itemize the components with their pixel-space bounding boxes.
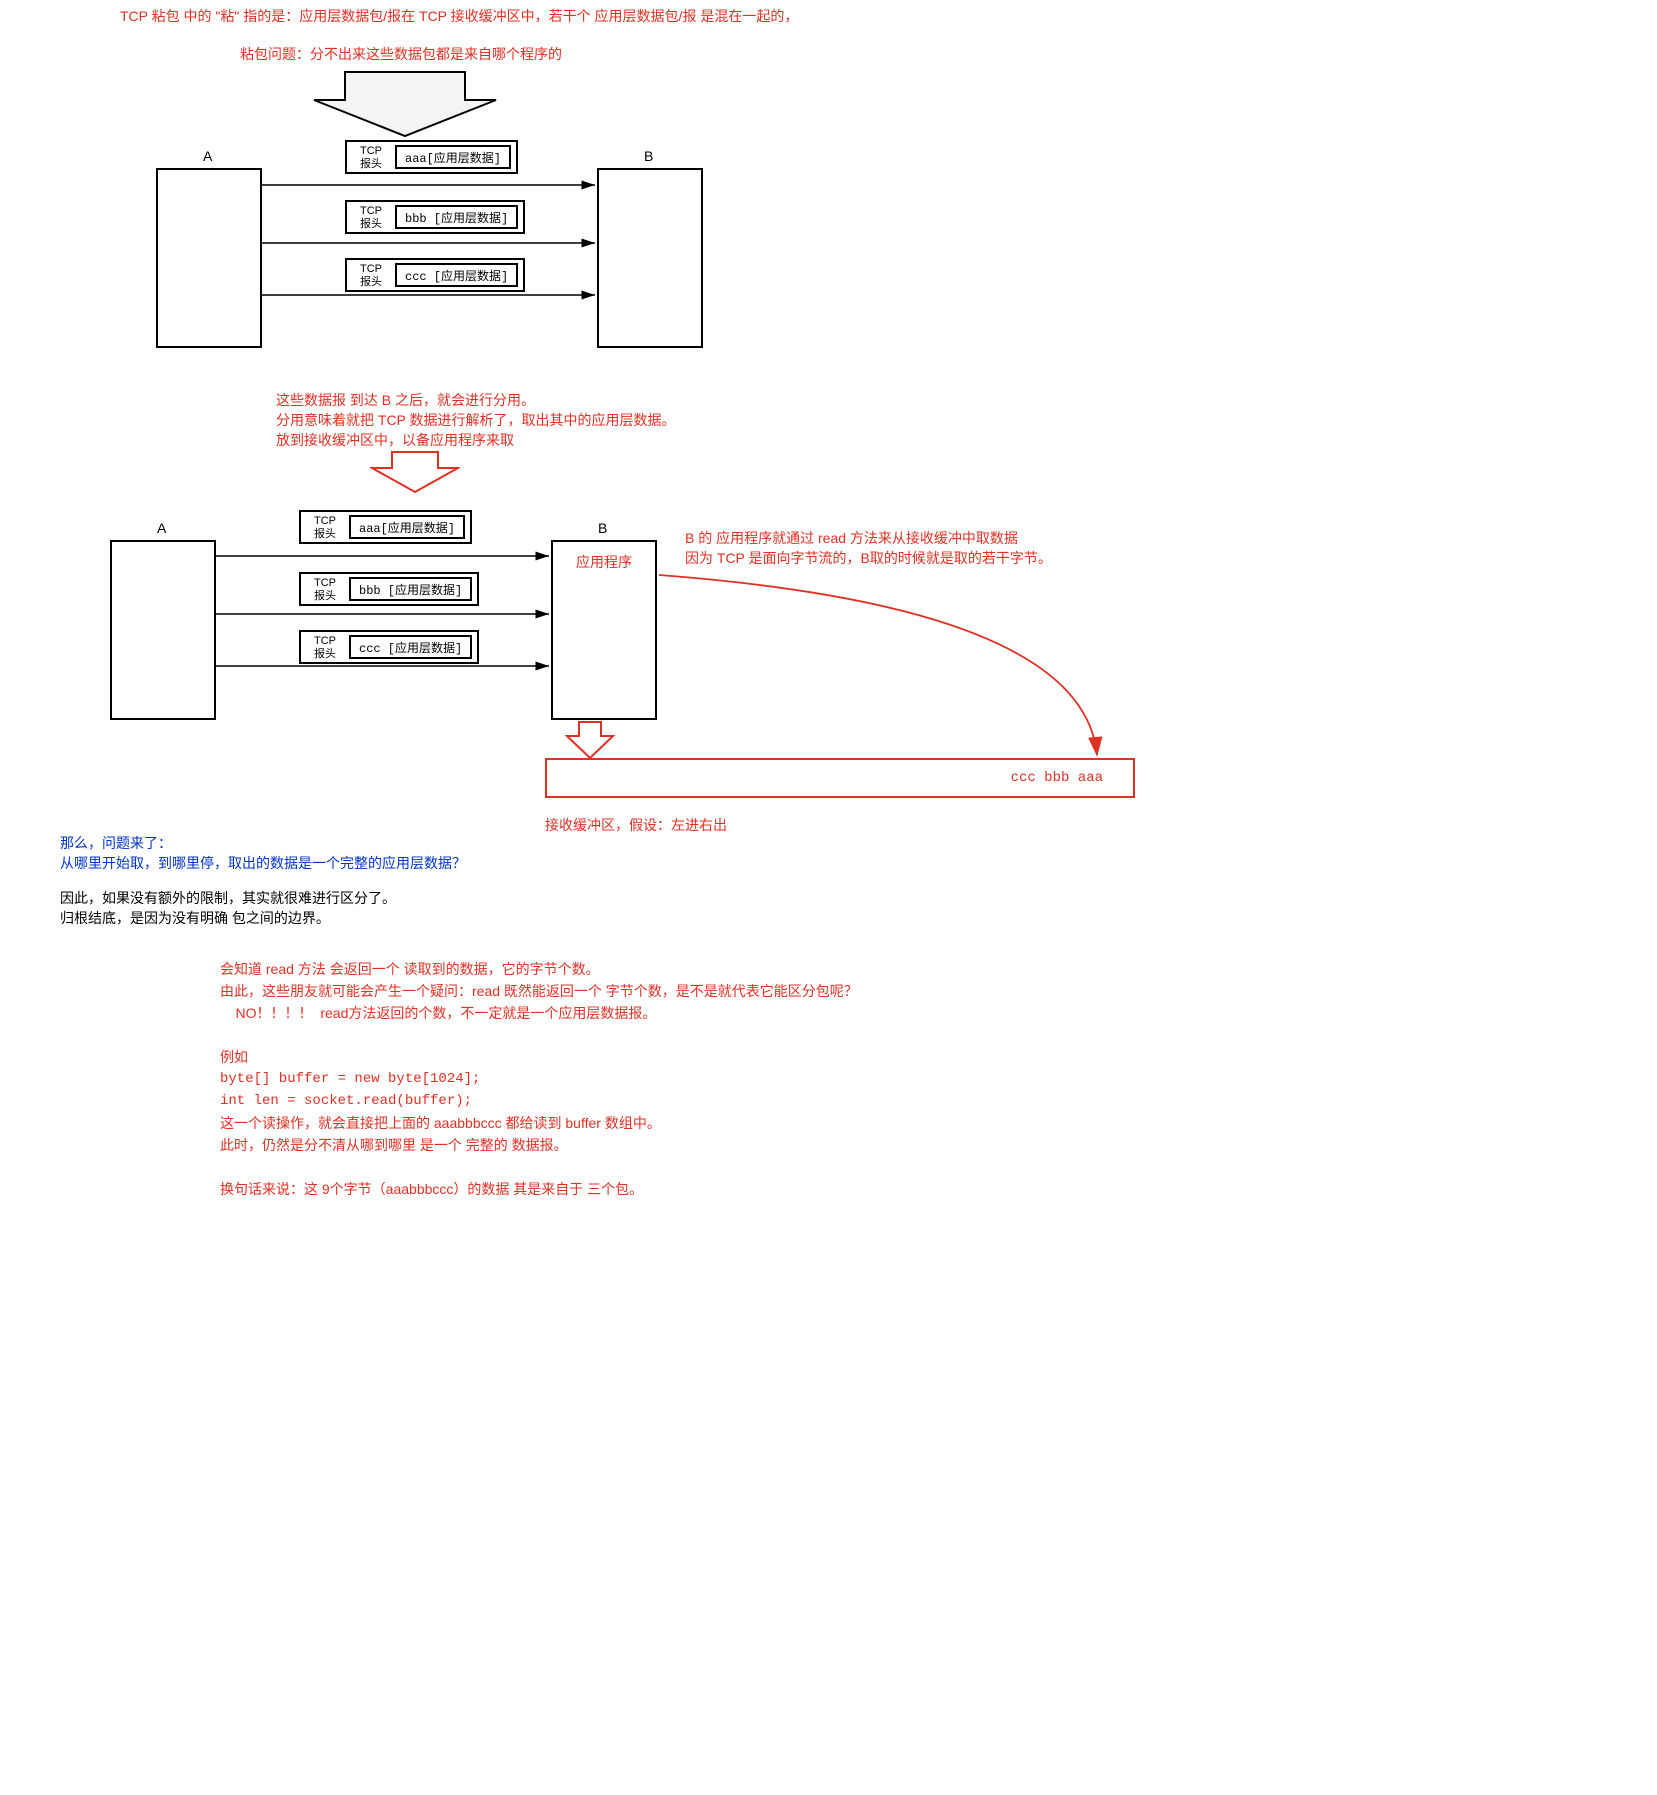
buffer-caption: 接收缓冲区，假设：左进右出 [545,815,727,835]
host-a-box-1 [156,168,262,348]
title-line-2: 粘包问题：分不出来这些数据包都是来自哪个程序的 [240,44,562,64]
host-a-box-2 [110,540,216,720]
host-b-label-2: B [598,520,607,536]
big-arrow-down-1 [312,70,498,138]
question-block: 那么，问题来了： 从哪里开始取，到哪里停，取出的数据是一个完整的应用层数据？ [60,833,466,873]
red-arrow-down-2 [565,720,615,760]
arrows-ab-2 [214,536,554,676]
conclusion-block: 因此，如果没有额外的限制，其实就很难进行区分了。 归根结底，是因为没有明确 包之… [60,888,396,928]
bottom-block: 会知道 read 方法 会返回一个 读取到的数据，它的字节个数。 由此，这些朋友… [220,958,858,1200]
title-line-1: TCP 粘包 中的 "粘" 指的是：应用层数据包/报在 TCP 接收缓冲区中，若… [120,6,798,26]
red-arrow-down-1 [370,450,460,494]
right-text: B 的 应用程序就通过 read 方法来从接收缓冲中取数据 因为 TCP 是面向… [685,528,1052,568]
mid-text: 这些数据报 到达 B 之后，就会进行分用。 分用意味着就把 TCP 数据进行解析… [276,390,676,450]
host-a-label-1: A [203,148,212,164]
arrows-ab-1 [260,165,600,305]
host-a-label-2: A [157,520,166,536]
buffer-content: ccc bbb aaa [1011,770,1103,786]
host-b-box-1 [597,168,703,348]
host-b-label-1: B [644,148,653,164]
app-label: 应用程序 [576,552,632,572]
tcp-header-l1: TCP [360,145,382,157]
curved-arrow [655,570,1155,770]
